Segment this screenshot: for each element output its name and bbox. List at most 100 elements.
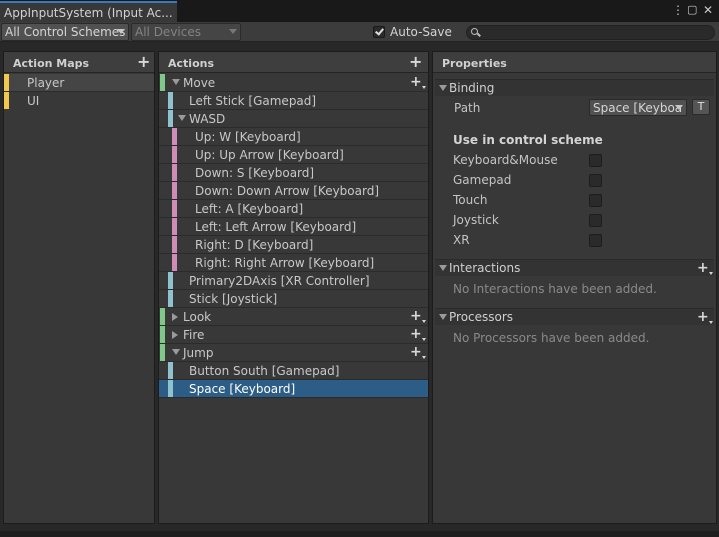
action-tree-row[interactable]: Space [Keyboard] xyxy=(159,380,428,398)
action-tree-label: Space [Keyboard] xyxy=(189,382,296,396)
properties-title: Properties xyxy=(442,57,507,70)
action-tree-row[interactable]: Primary2DAxis [XR Controller] xyxy=(159,272,428,290)
add-binding-button[interactable]: + xyxy=(410,327,426,341)
status-bar xyxy=(0,531,719,537)
action-tree-row[interactable]: Look + xyxy=(159,308,428,326)
control-scheme-checkbox[interactable] xyxy=(589,214,602,227)
add-binding-button[interactable]: + xyxy=(410,345,426,359)
maximize-icon[interactable]: ▢ xyxy=(687,3,697,17)
control-scheme-label: Touch xyxy=(453,193,488,207)
foldout-open-icon xyxy=(439,265,447,271)
auto-save-checkbox[interactable] xyxy=(373,26,385,38)
action-tree-row[interactable]: Right: Right Arrow [Keyboard] xyxy=(159,254,428,272)
control-scheme-checkbox[interactable] xyxy=(589,234,602,247)
action-tree-row[interactable]: Up: W [Keyboard] xyxy=(159,128,428,146)
action-tree-row[interactable]: Down: S [Keyboard] xyxy=(159,164,428,182)
kebab-menu-icon[interactable]: ⋮ xyxy=(672,3,684,17)
control-scheme-title: Use in control scheme xyxy=(453,133,603,147)
control-scheme-dropdown[interactable]: All Control Schemes xyxy=(1,23,129,41)
action-tree-row[interactable]: Up: Up Arrow [Keyboard] xyxy=(159,146,428,164)
color-bar xyxy=(168,380,173,397)
actions-panel: Actions + Move + Left Stick [Gamepad] WASD U… xyxy=(158,51,429,524)
foldout-open-icon[interactable] xyxy=(172,79,180,85)
action-tree-label: Up: W [Keyboard] xyxy=(195,130,301,144)
action-tree-label: Right: Right Arrow [Keyboard] xyxy=(195,256,375,270)
close-icon[interactable]: ✕ xyxy=(703,3,713,17)
color-bar xyxy=(160,308,165,325)
action-tree-row[interactable]: Left: Left Arrow [Keyboard] xyxy=(159,218,428,236)
action-tree-row[interactable]: WASD xyxy=(159,110,428,128)
color-bar xyxy=(172,182,177,199)
control-scheme-label: Keyboard&Mouse xyxy=(453,153,558,167)
foldout-open-icon[interactable] xyxy=(172,349,180,355)
chevron-down-icon xyxy=(229,29,237,34)
action-tree-row[interactable]: Stick [Joystick] xyxy=(159,290,428,308)
action-tree-label: Down: S [Keyboard] xyxy=(195,166,315,180)
search-icon xyxy=(471,28,478,35)
action-tree-row[interactable]: Right: D [Keyboard] xyxy=(159,236,428,254)
text-mode-button[interactable]: T xyxy=(692,99,710,115)
action-tree-label: Down: Down Arrow [Keyboard] xyxy=(195,184,380,198)
foldout-closed-icon[interactable] xyxy=(172,313,178,321)
color-bar xyxy=(168,290,173,307)
path-dropdown[interactable]: Space [Keyboa xyxy=(589,99,687,116)
action-tree-label: Left Stick [Gamepad] xyxy=(189,94,317,108)
checkmark-icon xyxy=(375,26,384,36)
color-bar xyxy=(160,344,165,361)
action-map-item-ui[interactable]: UI xyxy=(4,92,154,110)
action-tree-row[interactable]: Jump + xyxy=(159,344,428,362)
actions-header: Actions + xyxy=(159,52,428,73)
action-tree-label: WASD xyxy=(189,112,226,126)
control-scheme-label: XR xyxy=(453,233,470,247)
interactions-empty-text: No Interactions have been added. xyxy=(453,282,657,296)
control-scheme-checkbox[interactable] xyxy=(589,174,602,187)
window-tab[interactable]: AppInputSystem (Input Ac... xyxy=(0,1,177,22)
color-bar xyxy=(160,74,165,91)
add-interaction-button[interactable]: + xyxy=(697,261,713,275)
action-tree-row[interactable]: Move + xyxy=(159,74,428,92)
action-tree-row[interactable]: Left: A [Keyboard] xyxy=(159,200,428,218)
color-bar xyxy=(4,74,9,91)
control-scheme-checkbox[interactable] xyxy=(589,154,602,167)
add-binding-button[interactable]: + xyxy=(410,75,426,89)
interactions-section-title: Interactions xyxy=(449,261,521,275)
add-action-button[interactable]: + xyxy=(409,54,422,70)
color-bar xyxy=(172,236,177,253)
search-input[interactable] xyxy=(466,25,715,40)
add-processor-button[interactable]: + xyxy=(697,310,713,324)
color-bar xyxy=(168,362,173,379)
processors-section-header[interactable]: Processors xyxy=(435,308,714,325)
control-scheme-value: All Control Schemes xyxy=(5,25,126,39)
control-scheme-checkbox[interactable] xyxy=(589,194,602,207)
add-binding-button[interactable]: + xyxy=(410,309,426,323)
action-tree-row[interactable]: Fire + xyxy=(159,326,428,344)
foldout-open-icon xyxy=(439,314,447,320)
action-map-item-player[interactable]: Player xyxy=(4,74,154,92)
devices-dropdown[interactable]: All Devices xyxy=(131,23,241,41)
add-action-map-button[interactable]: + xyxy=(137,54,150,70)
action-tree-label: Move xyxy=(183,76,216,90)
color-bar xyxy=(172,200,177,217)
properties-header: Properties xyxy=(433,52,716,73)
action-tree-label: Look xyxy=(183,310,212,324)
devices-value: All Devices xyxy=(135,25,201,39)
action-tree-label: Primary2DAxis [XR Controller] xyxy=(189,274,370,288)
color-bar xyxy=(172,218,177,235)
path-label: Path xyxy=(454,101,481,115)
action-tree-label: Left: Left Arrow [Keyboard] xyxy=(195,220,357,234)
chevron-down-icon xyxy=(117,29,125,34)
interactions-section-header[interactable]: Interactions xyxy=(435,259,714,276)
action-tree-row[interactable]: Button South [Gamepad] xyxy=(159,362,428,380)
control-scheme-label: Gamepad xyxy=(453,173,512,187)
foldout-open-icon[interactable] xyxy=(178,115,186,121)
binding-section-header[interactable]: Binding xyxy=(435,79,714,96)
binding-section-title: Binding xyxy=(449,81,495,95)
action-tree-row[interactable]: Down: Down Arrow [Keyboard] xyxy=(159,182,428,200)
foldout-closed-icon[interactable] xyxy=(172,331,178,339)
action-map-label: UI xyxy=(27,94,40,108)
color-bar xyxy=(168,110,173,127)
auto-save-label: Auto-Save xyxy=(390,25,452,39)
control-scheme-label: Joystick xyxy=(453,213,499,227)
action-tree-row[interactable]: Left Stick [Gamepad] xyxy=(159,92,428,110)
action-tree-label: Button South [Gamepad] xyxy=(189,364,340,378)
